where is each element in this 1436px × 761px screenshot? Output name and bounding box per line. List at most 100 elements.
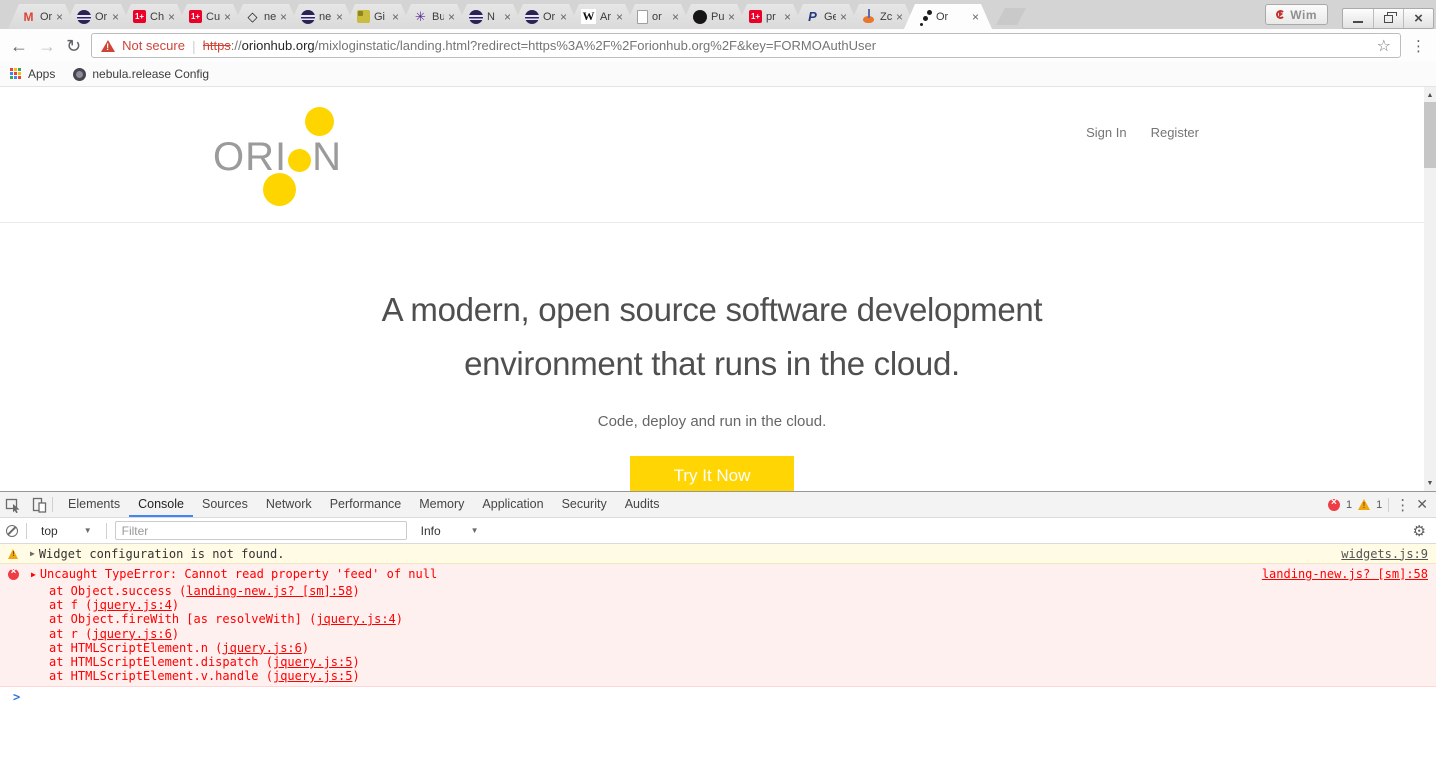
try-it-now-button[interactable]: Try It Now: [630, 456, 795, 491]
console-prompt[interactable]: >: [0, 687, 1436, 707]
clear-console-icon[interactable]: [6, 525, 18, 537]
settings-gear-icon[interactable]: ⚙: [1413, 522, 1426, 540]
logo-dot-bottom: [263, 173, 296, 206]
not-secure-label[interactable]: Not secure: [122, 38, 185, 53]
eclipse-icon: [525, 10, 539, 24]
profile-button[interactable]: Wim: [1265, 4, 1328, 25]
stack-source-link[interactable]: landing-new.js? [sm]:58: [186, 584, 352, 598]
tab-strip: MOr×Or×1+Ch×1+Cu×◇ne×ne×Gi×✳Bu×N×Or×WAr×…: [8, 0, 980, 29]
stack-frame: at f (jquery.js:4): [0, 598, 1436, 612]
devtools-tab-elements[interactable]: Elements: [59, 492, 129, 517]
bookmark-apps[interactable]: Apps: [10, 67, 55, 81]
tab-title: Or: [543, 11, 555, 23]
tab-close-icon[interactable]: ×: [56, 12, 63, 22]
tab-close-icon[interactable]: ×: [784, 12, 791, 22]
devtools-menu-icon[interactable]: ⋮: [1395, 496, 1410, 514]
tab-close-icon[interactable]: ×: [972, 12, 979, 22]
devtools-close-icon[interactable]: ✕: [1416, 496, 1428, 513]
warning-count-icon[interactable]: [1358, 499, 1370, 510]
tab-close-icon[interactable]: ×: [224, 12, 231, 22]
new-tab-button[interactable]: [996, 8, 1026, 25]
browser-tab-16[interactable]: Or×: [904, 4, 992, 29]
address-bar[interactable]: Not secure | https://orionhub.org/mixlog…: [91, 33, 1401, 58]
close-window-button[interactable]: ×: [1403, 9, 1433, 28]
sign-in-link[interactable]: Sign In: [1086, 125, 1126, 140]
tab-title: Bu: [432, 11, 444, 23]
tab-close-icon[interactable]: ×: [336, 12, 343, 22]
scroll-up-icon[interactable]: ▲: [1424, 89, 1436, 101]
console-error-row[interactable]: ▶ Uncaught TypeError: Cannot read proper…: [0, 564, 1436, 687]
devtools-tab-sources[interactable]: Sources: [193, 492, 257, 517]
execution-context-selector[interactable]: top ▼: [35, 524, 98, 538]
minimize-button[interactable]: [1343, 9, 1373, 28]
chevron-down-icon: ▼: [471, 526, 479, 535]
scroll-down-icon[interactable]: ▼: [1424, 477, 1436, 489]
tab-close-icon[interactable]: ×: [840, 12, 847, 22]
stack-source-link[interactable]: jquery.js:5: [273, 655, 352, 669]
tab-close-icon[interactable]: ×: [112, 12, 119, 22]
device-toolbar-icon[interactable]: [26, 492, 52, 517]
tab-close-icon[interactable]: ×: [560, 12, 567, 22]
tab-close-icon[interactable]: ×: [168, 12, 175, 22]
url-text[interactable]: https://orionhub.org/mixloginstatic/land…: [203, 38, 1370, 53]
tab-close-icon[interactable]: ×: [448, 12, 455, 22]
devtools-tab-network[interactable]: Network: [257, 492, 321, 517]
log-level-selector[interactable]: Info ▼: [415, 524, 485, 538]
reload-button[interactable]: ↻: [66, 37, 81, 55]
stack-frame: at Object.fireWith [as resolveWith] (jqu…: [0, 612, 1436, 626]
tab-title: Ar: [600, 11, 611, 23]
expand-arrow-icon[interactable]: ▶: [31, 570, 36, 579]
tab-close-icon[interactable]: ×: [280, 12, 287, 22]
hero-section: A modern, open source software developme…: [0, 283, 1424, 491]
expand-arrow-icon[interactable]: ▶: [30, 549, 35, 558]
logo-dot-mid: [288, 149, 311, 172]
console-toolbar: top ▼ Info ▼ ⚙: [0, 518, 1436, 544]
console-warning-row[interactable]: ▶ Widget configuration is not found. wid…: [0, 544, 1436, 564]
error-stack-trace: at Object.success (landing-new.js? [sm]:…: [0, 584, 1436, 683]
browser-menu-icon[interactable]: ⋮: [1411, 37, 1426, 55]
forward-button[interactable]: →: [38, 37, 56, 55]
devtools-tab-console[interactable]: Console: [129, 492, 193, 517]
hero-subtitle: Code, deploy and run in the cloud.: [0, 413, 1424, 430]
devtools-tab-audits[interactable]: Audits: [616, 492, 669, 517]
page-scrollbar[interactable]: ▲ ▼: [1424, 87, 1436, 491]
stack-source-link[interactable]: jquery.js:6: [92, 627, 171, 641]
error-count-icon[interactable]: [1328, 499, 1340, 511]
tab-close-icon[interactable]: ×: [504, 12, 511, 22]
inspect-element-icon[interactable]: [0, 492, 26, 517]
tab-close-icon[interactable]: ×: [896, 12, 903, 22]
url-path: /mixloginstatic/landing.html?redirect=ht…: [315, 38, 876, 53]
back-button[interactable]: ←: [10, 37, 28, 55]
console-filter-input[interactable]: [115, 521, 407, 540]
stack-source-link[interactable]: jquery.js:4: [92, 598, 171, 612]
register-link[interactable]: Register: [1151, 125, 1199, 140]
devtools-tab-security[interactable]: Security: [553, 492, 616, 517]
bookmark-nebula-config[interactable]: nebula.release Config: [73, 67, 209, 81]
warning-source-link[interactable]: widgets.js:9: [1341, 547, 1428, 561]
stack-source-link[interactable]: jquery.js:6: [222, 641, 301, 655]
devtools-tab-application[interactable]: Application: [473, 492, 552, 517]
tab-title: Ch: [150, 11, 164, 23]
tab-close-icon[interactable]: ×: [616, 12, 623, 22]
toolbar-divider: [52, 497, 53, 512]
diamond-icon: ◇: [245, 9, 260, 24]
devtools-tab-performance[interactable]: Performance: [321, 492, 411, 517]
warning-icon: [8, 549, 18, 559]
not-secure-icon[interactable]: [101, 40, 115, 52]
tab-close-icon[interactable]: ×: [672, 12, 679, 22]
tab-close-icon[interactable]: ×: [728, 12, 735, 22]
bookmark-star-icon[interactable]: ☆: [1377, 36, 1391, 56]
tab-title: Cu: [206, 11, 220, 23]
error-source-link[interactable]: landing-new.js? [sm]:58: [1262, 567, 1428, 581]
stack-source-link[interactable]: jquery.js:5: [273, 669, 352, 683]
candle-icon: [861, 9, 876, 24]
warning-message: Widget configuration is not found.: [39, 547, 285, 561]
stack-source-link[interactable]: jquery.js:4: [316, 612, 395, 626]
orion-logo[interactable]: ORI N: [213, 107, 363, 207]
devtools-tab-memory[interactable]: Memory: [410, 492, 473, 517]
tab-close-icon[interactable]: ×: [392, 12, 399, 22]
scrollbar-thumb[interactable]: [1424, 102, 1436, 168]
oneplus-icon: 1+: [189, 10, 202, 23]
restore-button[interactable]: [1373, 9, 1403, 28]
error-icon: [8, 569, 19, 580]
